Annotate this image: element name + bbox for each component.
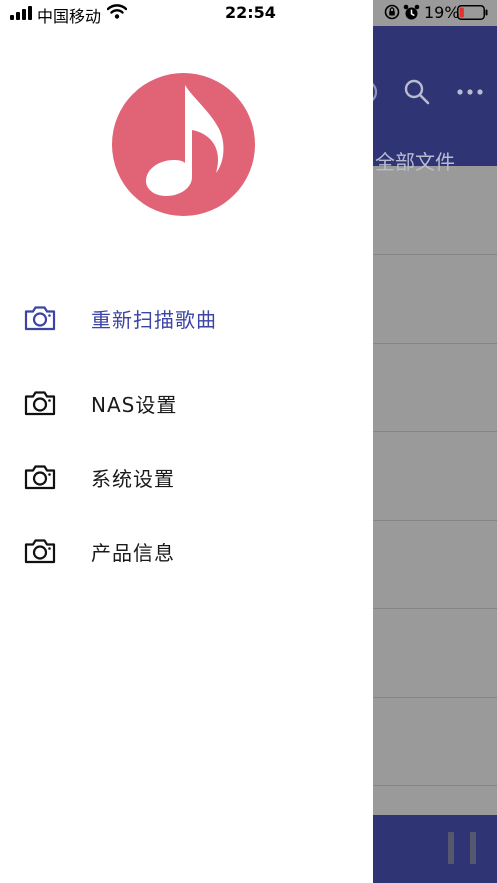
carrier-name: 中国移动	[37, 7, 102, 26]
rotation-lock-icon	[384, 4, 400, 20]
menu-item-product-info[interactable]: 产品信息	[0, 525, 373, 577]
list-divider	[373, 785, 497, 786]
list-divider	[373, 520, 497, 521]
clock: 22:54	[225, 3, 276, 22]
wifi-icon	[107, 4, 127, 19]
menu-item-nas-settings[interactable]: NAS设置	[0, 377, 373, 429]
search-icon[interactable]	[403, 78, 431, 106]
background-app-title[interactable]: 全部文件	[375, 146, 455, 175]
menu-item-label: NAS设置	[91, 393, 178, 417]
status-bar: 中国移动 22:54 19%	[0, 0, 497, 26]
list-divider	[373, 343, 497, 344]
menu-item-system-settings[interactable]: 系统设置	[0, 451, 373, 503]
battery-icon	[457, 5, 488, 20]
camera-icon	[24, 306, 56, 331]
player-bar[interactable]	[373, 815, 497, 883]
list-divider	[373, 254, 497, 255]
navigation-drawer: 重新扫描歌曲 NAS设置 系统设置 产品信息	[0, 26, 373, 883]
signal-strength-icon	[10, 6, 32, 20]
menu-item-rescan-songs[interactable]: 重新扫描歌曲	[0, 292, 373, 344]
background-app-header: 全部文件	[365, 26, 497, 174]
app-logo	[112, 73, 255, 216]
more-icon[interactable]	[455, 78, 485, 106]
alarm-icon	[403, 4, 420, 20]
list-divider	[373, 697, 497, 698]
menu-item-label: 产品信息	[91, 541, 175, 565]
background-app: 全部文件	[365, 0, 497, 883]
menu-item-label: 系统设置	[91, 467, 175, 491]
list-divider	[373, 608, 497, 609]
camera-icon	[24, 465, 56, 490]
battery-percentage: 19%	[424, 3, 460, 22]
camera-icon	[24, 539, 56, 564]
music-note-icon	[146, 85, 224, 196]
menu-item-label: 重新扫描歌曲	[91, 308, 217, 332]
camera-icon	[24, 391, 56, 416]
list-divider	[373, 431, 497, 432]
pause-icon[interactable]	[448, 832, 478, 864]
